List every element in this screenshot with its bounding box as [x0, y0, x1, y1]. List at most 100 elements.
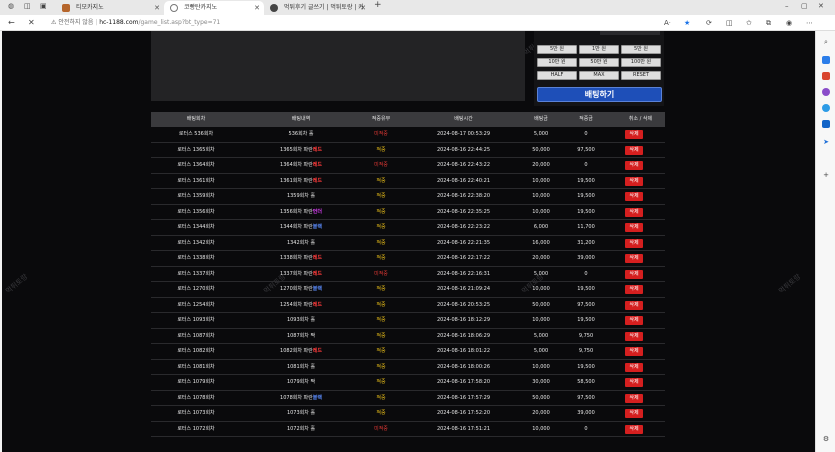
delete-button[interactable]: 삭제 — [625, 316, 643, 325]
cell-detail: 1361회차 파란레드 — [241, 174, 361, 189]
tab-1[interactable]: 티모카지노 ✕ — [56, 1, 164, 15]
cell-round: 로터스 1081회차 — [177, 363, 215, 370]
cell-amount: 5,000 — [533, 348, 549, 354]
place-bet-button[interactable]: 배팅하기 — [537, 87, 662, 102]
cell-amount: 5,000 — [533, 332, 549, 339]
toolbox-icon[interactable] — [822, 72, 830, 80]
amount-button-4[interactable]: 10만 원 — [537, 58, 577, 67]
delete-button[interactable]: 삭제 — [625, 254, 643, 263]
detail-text: 1344회차 파란 — [280, 224, 313, 230]
profile-icon[interactable]: ◍ — [8, 2, 14, 10]
delete-button[interactable]: 삭제 — [625, 238, 643, 248]
tab-actions-icon[interactable]: ▣ — [40, 2, 47, 10]
cell-round: 로터스 1093회차 — [177, 317, 215, 323]
read-aloud-icon[interactable]: Aᐧ — [664, 18, 671, 28]
delete-button[interactable]: 삭제 — [625, 347, 643, 356]
delete-button[interactable]: 삭제 — [625, 409, 643, 418]
cell-win: 11,700 — [577, 224, 595, 230]
cell-time: 2024-08-16 22:40:21 — [436, 177, 491, 184]
detail-text: 1078회차 파란 — [280, 394, 313, 401]
copilot-sidebar-icon[interactable] — [822, 104, 830, 112]
cell-status: 적중 — [376, 177, 386, 184]
delete-button[interactable]: 삭제 — [625, 362, 643, 372]
warning-icon: ⚠ — [51, 19, 57, 26]
delete-button[interactable]: 삭제 — [625, 285, 643, 294]
loading-spinner-icon — [170, 4, 178, 12]
cell-win: 0 — [584, 131, 588, 137]
detail-mark: 레드 — [312, 255, 322, 261]
close-icon[interactable]: ✕ — [360, 1, 366, 15]
amount-button-6[interactable]: 100만 원 — [621, 58, 661, 67]
delete-button[interactable]: 삭제 — [625, 300, 643, 310]
max-button[interactable]: MAX — [579, 71, 619, 80]
amount-button-2[interactable]: 1만 원 — [579, 45, 619, 54]
add-icon[interactable]: + — [822, 171, 830, 179]
delete-button[interactable]: 삭제 — [625, 424, 643, 434]
search-icon[interactable]: ⌕ — [822, 38, 830, 46]
new-tab-button[interactable]: + — [374, 0, 382, 10]
table-row: 로터스 1087회차 1087회차 짝 적중 2024-08-16 18:06:29 5… — [151, 329, 665, 344]
half-button[interactable]: HALF — [537, 71, 577, 80]
delete-button[interactable]: 삭제 — [625, 176, 643, 186]
cell-win: 39,000 — [577, 255, 595, 261]
minimize-icon[interactable]: – — [785, 2, 789, 10]
delete-button[interactable]: 삭제 — [625, 145, 643, 155]
amount-button-1[interactable]: 5만 원 — [537, 45, 577, 54]
split-screen-icon[interactable]: ◫ — [726, 18, 733, 28]
header-status: 적중유무 — [371, 116, 391, 122]
delete-button[interactable]: 삭제 — [625, 161, 643, 170]
tab-3[interactable]: 먹튀후기 글쓰기 | 먹튀토랑 | 커 ✕ — [264, 1, 370, 15]
table-row: 로터스 1359회차 1359회차 홀 적중 2024-08-16 22:38:20 1… — [151, 189, 665, 205]
restore-icon[interactable]: ▢ — [801, 2, 808, 10]
cell-status: 미적중 — [374, 425, 388, 432]
header-detail: 배팅내역 — [291, 116, 311, 122]
settings-menu-icon[interactable]: ⋯ — [806, 18, 813, 28]
detail-text: 1081회차 홀 — [286, 363, 316, 370]
workspaces-icon[interactable]: ◫ — [24, 2, 31, 10]
delete-button[interactable]: 삭제 — [625, 269, 643, 279]
close-icon[interactable]: ✕ — [154, 1, 160, 15]
cell-time: 2024-08-16 20:53:25 — [436, 301, 491, 308]
table-row: 로터스 536회차 536회차 홀 미적중 2024-08-17 00:53:29 5,… — [151, 127, 665, 143]
table-row: 로터스 1365회차 1365회차 파란레드 적중 2024-08-16 22:44:… — [151, 143, 665, 158]
url-field[interactable]: ⚠ 안전하지 않음 | hc-1188.com/game_list.asp?bt… — [51, 18, 220, 28]
amount-button-3[interactable]: 5만 원 — [621, 45, 661, 54]
cell-time: 2024-08-16 22:38:20 — [436, 193, 491, 199]
delete-button[interactable]: 삭제 — [625, 378, 643, 387]
delete-button[interactable]: 삭제 — [625, 223, 643, 232]
cell-detail: 1364회차 파란레드 — [241, 158, 361, 173]
window-close-icon[interactable]: ✕ — [818, 2, 824, 10]
send-icon[interactable]: ➤ — [822, 138, 830, 146]
cell-round: 로터스 536회차 — [178, 131, 214, 137]
delete-button[interactable]: 삭제 — [625, 207, 643, 217]
browser-tab-strip: ◍ ◫ ▣ 티모카지노 ✕ 코빵탄카지노 ✕ 먹튀후기 글쓰기 | 먹튀토랑 |… — [0, 0, 835, 15]
collections-icon[interactable]: ⧉ — [766, 18, 771, 28]
cell-win: 9,750 — [578, 332, 594, 339]
page-viewport: 먹튀토랑 먹튀토랑 먹튀토랑 먹튀토랑 먹튀토랑 먹튀토랑 5만 원 1만 원 … — [2, 31, 815, 452]
delete-button[interactable]: 삭제 — [625, 393, 643, 403]
cell-status: 적중 — [376, 239, 386, 246]
cell-win: 97,500 — [577, 146, 595, 153]
delete-button[interactable]: 삭제 — [625, 331, 643, 341]
delete-button[interactable]: 삭제 — [625, 130, 643, 139]
table-row: 로터스 1254회차 1254회차 파란레드 적중 2024-08-16 20:53:… — [151, 298, 665, 313]
amount-button-5[interactable]: 50만 원 — [579, 58, 619, 67]
favorites-icon[interactable]: ✩ — [746, 18, 752, 28]
stop-loading-icon[interactable]: ✕ — [28, 18, 35, 28]
cell-win: 97,500 — [577, 301, 595, 308]
cell-amount: 10,000 — [532, 177, 550, 184]
back-icon[interactable]: ← — [8, 18, 15, 28]
games-icon[interactable] — [822, 88, 830, 96]
tab-favicon-icon — [62, 4, 70, 12]
bet-amount-input[interactable] — [600, 31, 660, 35]
sidebar-settings-icon[interactable]: ⚙ — [822, 435, 830, 443]
copilot-icon[interactable]: ◉ — [786, 18, 792, 28]
delete-button[interactable]: 삭제 — [625, 192, 643, 201]
favorite-star-icon[interactable]: ★ — [684, 18, 690, 28]
outlook-icon[interactable] — [822, 120, 830, 128]
close-icon[interactable]: ✕ — [254, 1, 260, 15]
extensions-icon[interactable]: ⟳ — [706, 18, 712, 28]
reset-button[interactable]: RESET — [621, 71, 661, 80]
tab-2[interactable]: 코빵탄카지노 ✕ — [164, 1, 264, 15]
tag-icon[interactable] — [822, 56, 830, 64]
